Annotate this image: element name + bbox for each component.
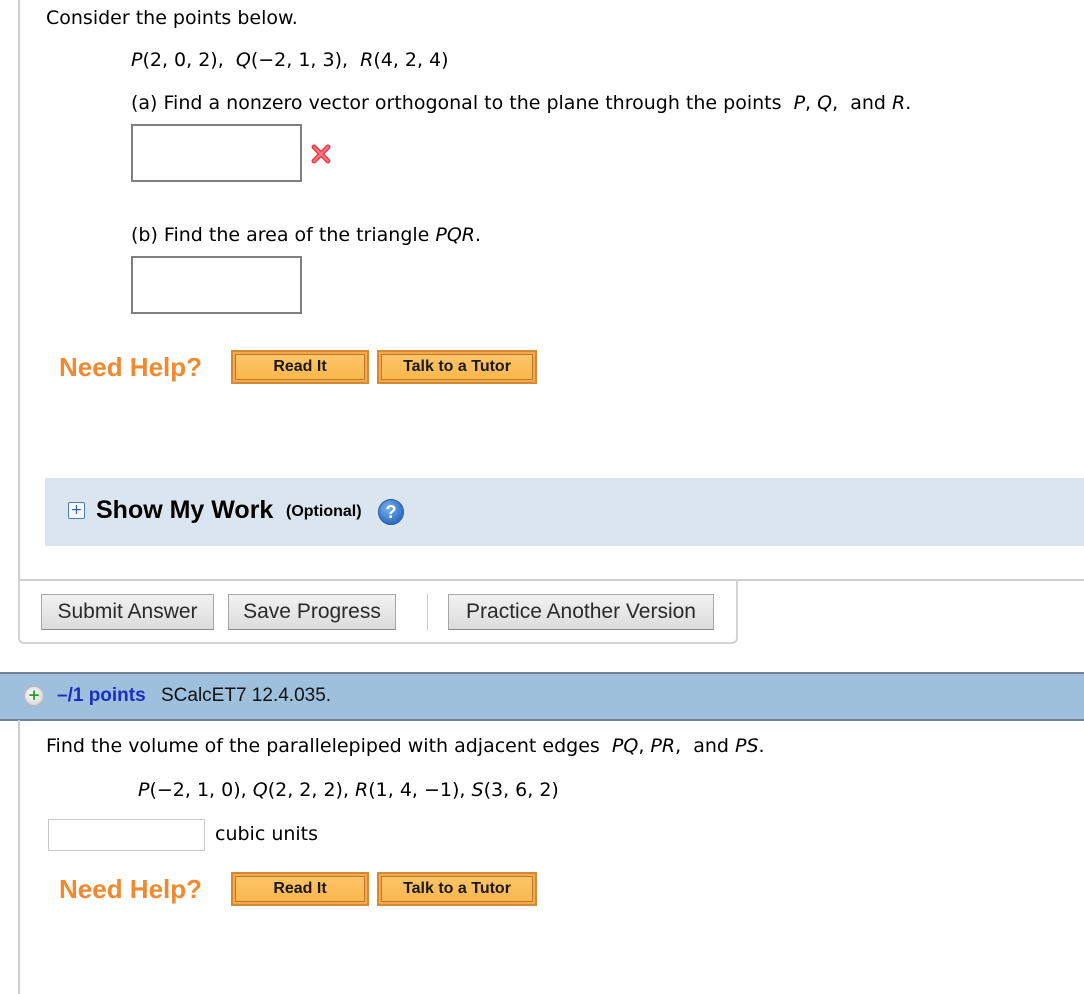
point-coords: (2, 0, 2): [142, 49, 218, 71]
save-progress-button[interactable]: Save Progress: [228, 594, 396, 630]
points-list: P(2, 0, 2), Q(−2, 1, 3), R(4, 2, 4): [131, 49, 449, 71]
talk-to-tutor-button[interactable]: Talk to a Tutor: [377, 350, 537, 384]
part-b-text: (b) Find the area of the triangle: [131, 224, 436, 246]
read-it-button[interactable]: Read It: [231, 872, 369, 906]
volume-answer-input[interactable]: [48, 819, 205, 851]
part-b-answer-input[interactable]: [131, 256, 302, 314]
talk-to-tutor-button[interactable]: Talk to a Tutor: [377, 872, 537, 906]
var-pqr: PQR: [435, 224, 476, 246]
question-left-border: [18, 720, 20, 994]
expand-plus-icon[interactable]: +: [68, 502, 85, 519]
need-help-label: Need Help?: [59, 874, 203, 904]
question-id: SCalcET7 12.4.035.: [161, 685, 332, 706]
point-coords: (1, 4, −1): [368, 779, 460, 801]
point-name: R: [355, 779, 369, 801]
read-it-button[interactable]: Read It: [231, 350, 369, 384]
point-coords: (2, 2, 2): [267, 779, 343, 801]
point-coords: (−2, 1, 3): [250, 49, 342, 71]
wrong-x-icon: [311, 144, 331, 164]
part-a-prompt: (a) Find a nonzero vector orthogonal to …: [131, 92, 912, 114]
expand-question-icon[interactable]: +: [24, 686, 44, 706]
submit-answer-button[interactable]: Submit Answer: [41, 594, 214, 630]
points-link[interactable]: –/1 points: [57, 684, 146, 708]
question-help-icon[interactable]: ?: [378, 499, 404, 525]
point-name: R: [360, 49, 374, 71]
prompt-text: Find the volume of the parallelepiped wi…: [46, 735, 606, 757]
point-name: S: [471, 779, 484, 801]
part-a-answer-input[interactable]: [131, 124, 302, 182]
point-name: P: [138, 779, 150, 801]
part-a-text: (a) Find a nonzero vector orthogonal to …: [131, 92, 788, 114]
point-name: Q: [235, 49, 251, 71]
practice-another-version-button[interactable]: Practice Another Version: [448, 594, 714, 630]
optional-label: (Optional): [286, 503, 362, 520]
units-label: cubic units: [215, 823, 319, 845]
var-r: R: [892, 92, 906, 114]
part-b-prompt: (b) Find the area of the triangle PQR.: [131, 224, 482, 246]
need-help-label: Need Help?: [59, 352, 203, 382]
and-text: and: [693, 735, 729, 757]
edge-pq: PQ: [611, 735, 639, 757]
point-coords: (4, 2, 4): [373, 49, 449, 71]
point-coords: (3, 6, 2): [483, 779, 559, 801]
and-text: and: [850, 92, 886, 114]
webassign-page: Consider the points below. P(2, 0, 2), Q…: [0, 0, 1084, 994]
points-list: P(−2, 1, 0), Q(2, 2, 2), R(1, 4, −1), S(…: [138, 779, 559, 801]
question2-prompt: Find the volume of the parallelepiped wi…: [46, 735, 765, 757]
var-p: P: [793, 92, 806, 114]
edge-pr: PR: [650, 735, 676, 757]
point-name: P: [131, 49, 143, 71]
question-left-border: [18, 0, 20, 580]
question-intro: Consider the points below.: [46, 7, 298, 29]
edge-ps: PS: [735, 735, 759, 757]
point-name: Q: [252, 779, 268, 801]
var-q: Q: [817, 92, 833, 114]
button-separator: [427, 594, 428, 630]
show-my-work-toggle[interactable]: Show My Work: [96, 495, 273, 525]
point-coords: (−2, 1, 0): [149, 779, 241, 801]
